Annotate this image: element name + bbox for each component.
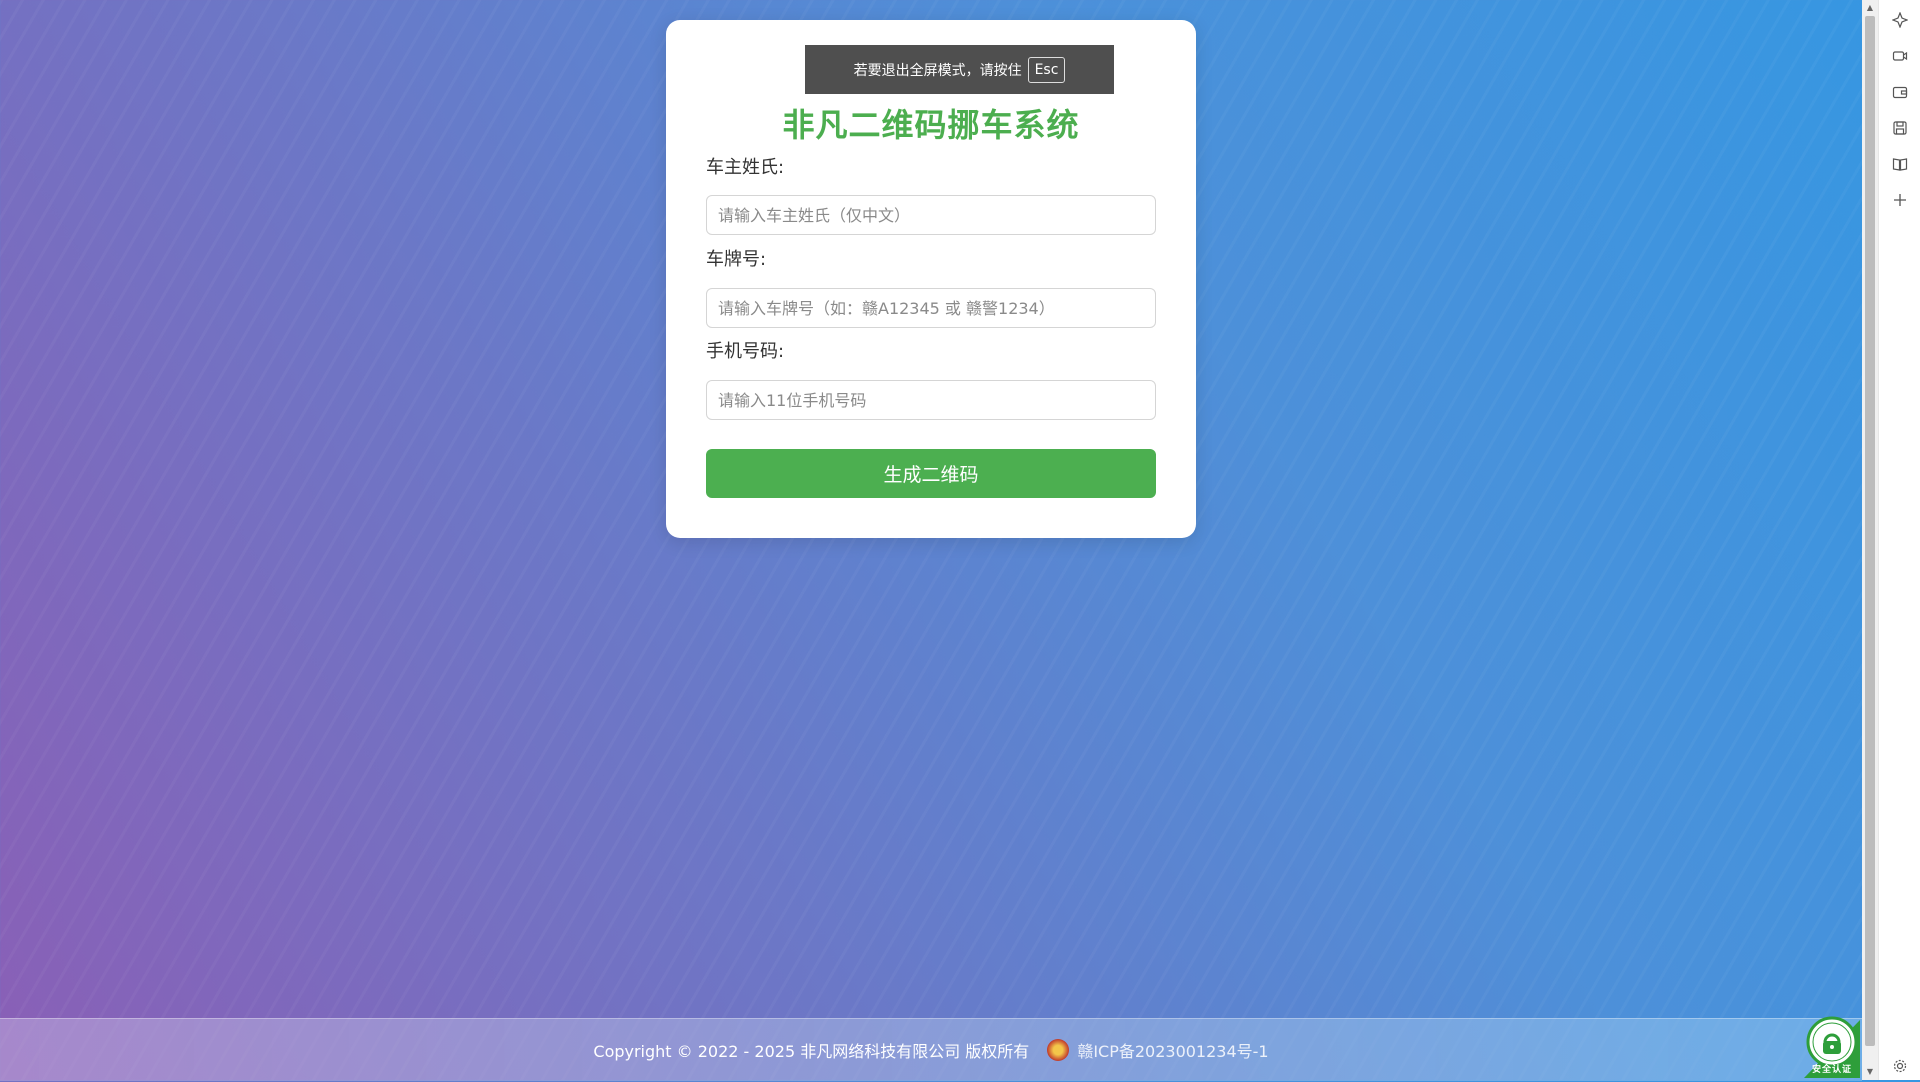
toast-text: 若要退出全屏模式，请按住 bbox=[853, 62, 1022, 79]
reader-icon[interactable] bbox=[1890, 154, 1910, 174]
page-title: 非凡二维码挪车系统 bbox=[782, 106, 1080, 144]
page-scrollbar[interactable]: ▲ ▼ bbox=[1862, 0, 1878, 1080]
phone-input[interactable] bbox=[706, 380, 1156, 420]
surname-label: 车主姓氏: bbox=[706, 157, 785, 178]
wallet-icon[interactable] bbox=[1890, 82, 1910, 102]
fullscreen-exit-toast: 若要退出全屏模式，请按住 Esc bbox=[805, 45, 1114, 94]
icp-link[interactable]: 赣ICP备2023001234号-1 bbox=[1047, 1038, 1269, 1062]
surname-input[interactable] bbox=[706, 195, 1156, 235]
police-emblem-icon bbox=[1047, 1039, 1070, 1061]
copyright-text: Copyright © 2022 - 2025 非凡网络科技有限公司 版权所有 bbox=[593, 1042, 1030, 1061]
phone-label: 手机号码: bbox=[706, 341, 785, 362]
copilot-icon[interactable] bbox=[1890, 10, 1910, 30]
settings-icon[interactable] bbox=[1890, 1056, 1910, 1076]
security-certification-badge[interactable]: 安全认证 bbox=[1794, 1012, 1860, 1078]
badge-label: 安全认证 bbox=[1812, 1065, 1853, 1075]
plate-input[interactable] bbox=[706, 288, 1156, 328]
scroll-down-arrow[interactable]: ▼ bbox=[1862, 1064, 1878, 1080]
icp-text: 赣ICP备2023001234号-1 bbox=[1077, 1042, 1269, 1061]
add-icon[interactable] bbox=[1890, 190, 1910, 210]
footer: Copyright © 2022 - 2025 非凡网络科技有限公司 版权所有 … bbox=[0, 1018, 1862, 1081]
video-icon[interactable] bbox=[1890, 46, 1910, 66]
form-card: 非凡二维码挪车系统 车主姓氏: 车牌号: 手机号码: 生成二维码 bbox=[666, 20, 1196, 538]
browser-side-panel bbox=[1878, 0, 1920, 1080]
plate-label: 车牌号: bbox=[706, 249, 767, 270]
scroll-thumb[interactable] bbox=[1865, 16, 1875, 1046]
scroll-up-arrow[interactable]: ▲ bbox=[1862, 0, 1878, 16]
esc-key-hint: Esc bbox=[1027, 56, 1066, 83]
generate-qrcode-button[interactable]: 生成二维码 bbox=[706, 449, 1156, 498]
save-icon[interactable] bbox=[1890, 118, 1910, 138]
